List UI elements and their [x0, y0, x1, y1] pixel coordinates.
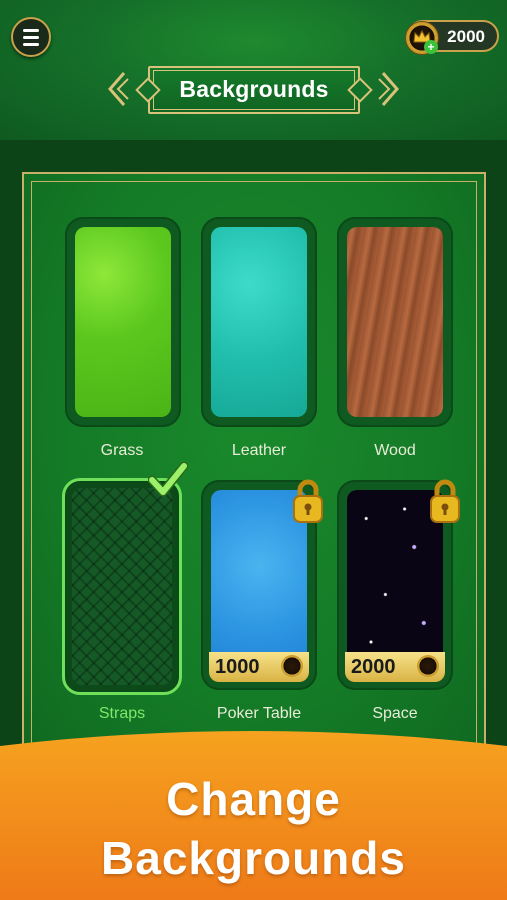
background-card-wood[interactable] — [337, 217, 453, 427]
crown-chip-icon — [281, 655, 303, 677]
wood-swatch — [347, 227, 443, 417]
background-label: Grass — [100, 442, 144, 459]
page-title: Backgrounds — [179, 76, 329, 102]
add-coins-icon[interactable]: + — [424, 40, 438, 54]
background-label: Space — [372, 705, 418, 722]
coin-balance-value: 2000 — [447, 27, 485, 46]
title-plate: Backgrounds — [135, 66, 373, 114]
grass-swatch — [75, 227, 171, 417]
padlock-icon — [293, 479, 323, 523]
background-label-selected: Straps — [98, 705, 146, 722]
background-card-leather[interactable] — [201, 217, 317, 427]
leather-swatch — [211, 227, 307, 417]
background-card-straps[interactable] — [62, 478, 182, 695]
chevron-right-icon[interactable] — [377, 70, 403, 108]
background-label: Poker Table — [216, 705, 302, 722]
straps-swatch — [72, 488, 172, 685]
header-bar: 2000 + Backgrounds — [0, 0, 507, 140]
chevron-left-icon[interactable] — [104, 70, 130, 108]
price-tag: 2000 — [345, 652, 445, 682]
background-label: Leather — [231, 442, 287, 459]
price-tag: 1000 — [209, 652, 309, 682]
crown-chip-icon — [417, 655, 439, 677]
padlock-icon — [430, 479, 460, 523]
banner-headline-line1: Change — [166, 773, 341, 825]
checkmark-icon — [148, 462, 188, 497]
price-value: 1000 — [215, 656, 260, 678]
background-card-grass[interactable] — [65, 217, 181, 427]
price-value: 2000 — [351, 656, 396, 678]
hamburger-menu-icon[interactable] — [11, 17, 51, 57]
background-label: Wood — [374, 442, 416, 459]
banner-headline-line2: Backgrounds — [101, 832, 406, 884]
